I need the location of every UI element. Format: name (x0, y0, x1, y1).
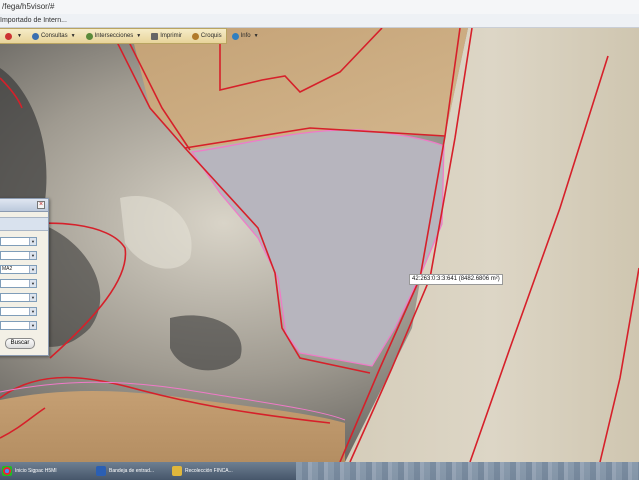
print-icon (151, 32, 159, 40)
toolbar-item-label: Consultas (40, 33, 68, 39)
search-select-3[interactable]: MA2 ▼ (0, 265, 37, 274)
intersect-icon (85, 32, 93, 40)
panel-titlebar[interactable]: × (0, 199, 48, 212)
chevron-down-icon: ▼ (29, 280, 36, 287)
map-view[interactable] (0, 28, 639, 462)
search-select-2[interactable]: ▼ (0, 251, 37, 260)
chevron-down-icon: ▼ (29, 238, 36, 245)
toolbar-item-label: Info (240, 33, 251, 39)
chevron-down-icon: ▼ (29, 322, 36, 329)
toolbar-item-consultas[interactable]: Consultas ▼ (27, 29, 81, 43)
toolbar-item-imprimir[interactable]: Imprimir (146, 29, 187, 43)
taskbar-item-folder[interactable]: Recolección FINCA... (172, 464, 233, 478)
taskbar-item-label: Inicio Sigpac H5MI (15, 468, 57, 474)
chevron-down-icon: ▼ (29, 252, 36, 259)
taskbar-thumbnail-strip (296, 462, 639, 480)
search-panel: × ▼ ▼ MA2 ▼ ▼ ▼ ▼ ▼ Buscar (0, 198, 49, 356)
address-bar[interactable]: /fega/h5visor/# (0, 0, 639, 15)
toolbar-item-intersecciones[interactable]: Intersecciones ▼ (81, 29, 147, 43)
folder-icon (172, 466, 182, 476)
chevron-down-icon: ▼ (17, 33, 22, 39)
chevron-down-icon: ▼ (253, 33, 259, 39)
chevron-down-icon: ▼ (29, 294, 36, 301)
taskbar: Inicio Sigpac H5MI Bandeja de entrad... … (0, 462, 639, 480)
url-text[interactable]: /fega/h5visor/# (2, 0, 54, 14)
map-toolbar: ▼ Consultas ▼ Intersecciones ▼ Imprimir … (0, 28, 259, 44)
parcel-tooltip: 42:263:0:3:3:641 (8482.6806 m²) (409, 274, 503, 285)
search-select-5[interactable]: ▼ (0, 293, 37, 302)
chevron-down-icon: ▼ (29, 266, 36, 273)
toolbar-item-info[interactable]: Info ▼ (227, 29, 264, 43)
arrow-icon (5, 32, 12, 40)
search-button[interactable]: Buscar (5, 338, 35, 349)
search-select-7[interactable]: ▼ (0, 321, 37, 330)
query-icon (31, 32, 39, 40)
toolbar-item-label: Intersecciones (94, 33, 134, 39)
chrome-icon (2, 466, 12, 476)
search-select-1[interactable]: ▼ (0, 237, 37, 246)
close-button[interactable]: × (37, 201, 45, 209)
toolbar-item-label: Imprimir (160, 33, 182, 39)
sketch-icon (191, 32, 199, 40)
toolbar-item-croquis[interactable]: Croquis (187, 29, 227, 43)
favorites-folder[interactable]: Importado de Intern... (0, 14, 67, 27)
toolbar-item-label: Croquis (200, 33, 222, 39)
search-select-6[interactable]: ▼ (0, 307, 37, 316)
chevron-down-icon: ▼ (70, 33, 76, 39)
taskbar-item-chrome[interactable]: Inicio Sigpac H5MI (2, 464, 57, 478)
favorites-bar: Importado de Intern... (0, 14, 639, 28)
taskbar-item-label: Bandeja de entrad... (109, 468, 155, 474)
chevron-down-icon: ▼ (29, 308, 36, 315)
taskbar-item-label: Recolección FINCA... (185, 468, 233, 474)
toolbar-item-arrow[interactable]: ▼ (0, 29, 27, 43)
search-select-4[interactable]: ▼ (0, 279, 37, 288)
taskbar-item-mail[interactable]: Bandeja de entrad... (96, 464, 154, 478)
chevron-down-icon: ▼ (136, 33, 142, 39)
mail-icon (96, 466, 106, 476)
field-tan-north (130, 28, 468, 150)
orthophoto-map[interactable] (0, 28, 639, 462)
panel-header-strip (0, 217, 48, 231)
info-icon (231, 32, 239, 40)
